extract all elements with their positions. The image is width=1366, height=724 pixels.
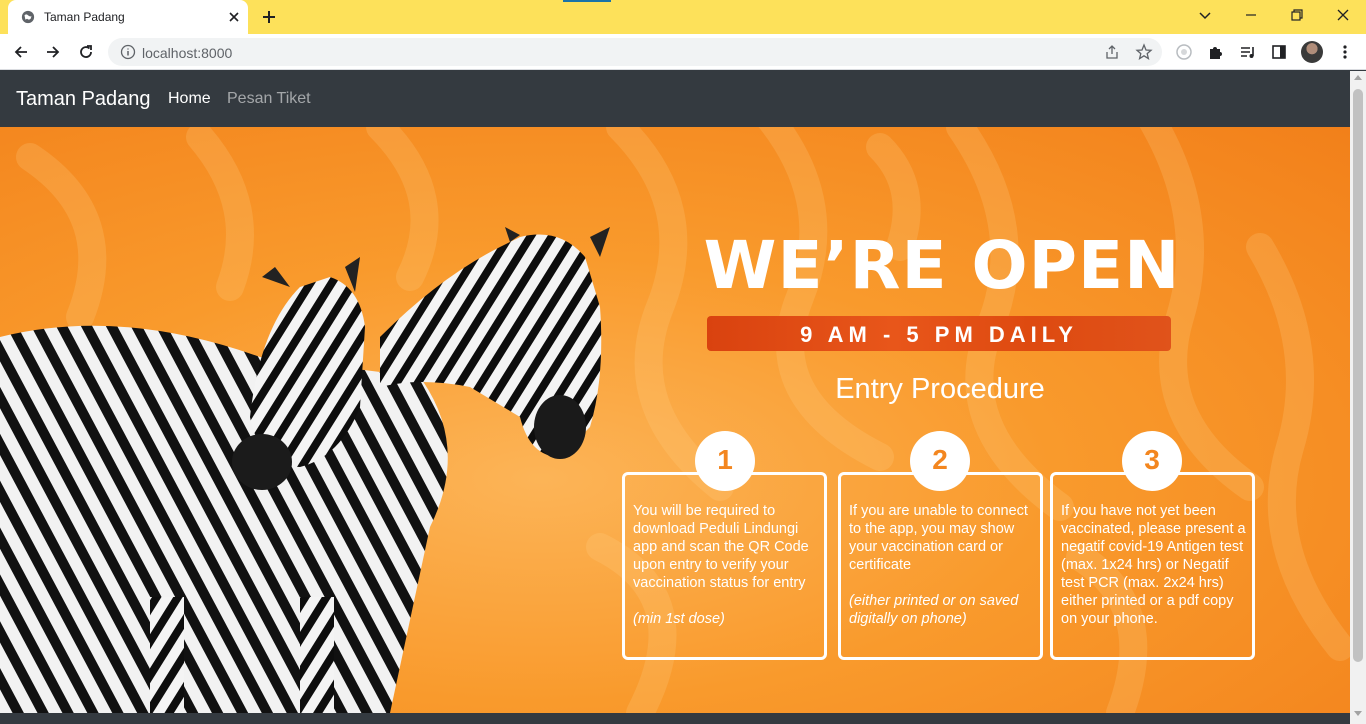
open-headline: WE’RE OPEN: [703, 227, 1181, 304]
bookmark-star-icon[interactable]: [1135, 43, 1153, 61]
step-card-1: You will be required to download Peduli …: [622, 472, 827, 660]
info-icon[interactable]: [120, 44, 136, 60]
page-scrollbar[interactable]: [1350, 71, 1366, 724]
step-3-number: 3: [1144, 444, 1160, 475]
site-navbar: Taman Padang Home Pesan Tiket: [0, 71, 1350, 127]
browser-toolbar: localhost:8000: [0, 34, 1366, 70]
media-playlist-icon[interactable]: [1239, 43, 1257, 61]
step-1-text: You will be required to download Peduli …: [633, 502, 823, 628]
hero-banner: WE’RE OPEN 9 AM - 5 PM DAILY Entry Proce…: [0, 127, 1350, 713]
browser-tab[interactable]: Taman Padang: [8, 0, 248, 34]
side-panel-icon[interactable]: [1270, 43, 1288, 61]
step-3-badge: 3: [1122, 431, 1182, 491]
minimize-icon[interactable]: [1242, 6, 1260, 24]
step-1-badge: 1: [695, 431, 755, 491]
navbar-brand[interactable]: Taman Padang: [16, 88, 151, 111]
extension-circle-icon[interactable]: [1175, 43, 1193, 61]
scroll-thumb[interactable]: [1353, 89, 1363, 662]
step-1-note: (min 1st dose): [633, 611, 725, 627]
tab-search-chevron-icon[interactable]: [1196, 6, 1214, 24]
hours-text: 9 AM - 5 PM DAILY: [800, 322, 1078, 347]
scroll-down-arrow-icon[interactable]: [1354, 711, 1362, 716]
forward-arrow-icon[interactable]: [44, 43, 62, 61]
reload-icon[interactable]: [77, 43, 95, 61]
close-tab-icon[interactable]: [226, 9, 242, 25]
step-2-badge: 2: [910, 431, 970, 491]
step-1-body: You will be required to download Peduli …: [633, 503, 809, 591]
new-tab-icon[interactable]: [260, 8, 278, 26]
step-card-2: If you are unable to connect to the app,…: [838, 472, 1043, 660]
puzzle-extensions-icon[interactable]: [1207, 43, 1225, 61]
step-2-note: (either printed or on saved digitally on…: [849, 593, 1019, 627]
step-3-body: If you have not yet been vaccinated, ple…: [1061, 503, 1246, 627]
kebab-menu-icon[interactable]: [1336, 43, 1354, 61]
step-2-body: If you are unable to connect to the app,…: [849, 503, 1028, 573]
scroll-up-arrow-icon[interactable]: [1354, 75, 1362, 80]
address-bar[interactable]: localhost:8000: [108, 38, 1162, 66]
entry-procedure-title: Entry Procedure: [835, 373, 1045, 405]
step-2-text: If you are unable to connect to the app,…: [849, 502, 1039, 628]
close-window-icon[interactable]: [1334, 6, 1352, 24]
globe-icon: [21, 10, 35, 24]
hours-banner: 9 AM - 5 PM DAILY: [707, 316, 1171, 351]
step-3-text: If you have not yet been vaccinated, ple…: [1061, 502, 1251, 628]
page-viewport: Taman Padang Home Pesan Tiket WE’RE OPEN…: [0, 71, 1366, 724]
nav-link-home[interactable]: Home: [168, 90, 211, 108]
browser-tabstrip: Taman Padang: [0, 0, 1366, 34]
footer-strip: [0, 713, 1350, 724]
step-2-number: 2: [932, 444, 948, 475]
step-1-number: 1: [717, 444, 733, 475]
restore-icon[interactable]: [1288, 6, 1306, 24]
url-text[interactable]: localhost:8000: [142, 45, 232, 61]
tab-title: Taman Padang: [44, 10, 125, 24]
back-arrow-icon[interactable]: [12, 43, 30, 61]
share-icon[interactable]: [1104, 44, 1120, 60]
profile-avatar[interactable]: [1301, 41, 1323, 63]
tabstrip-accent: [563, 0, 611, 2]
nav-link-pesan-tiket[interactable]: Pesan Tiket: [227, 90, 311, 108]
zebra-illustration: [0, 227, 610, 713]
step-card-3: If you have not yet been vaccinated, ple…: [1050, 472, 1255, 660]
